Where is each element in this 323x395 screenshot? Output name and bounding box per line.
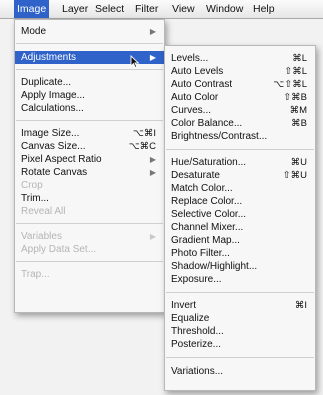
menu-item-invert[interactable]: Invert ⌘I (165, 299, 315, 312)
menubar-filter[interactable]: Filter (132, 0, 161, 18)
menu-item-variations[interactable]: Variations... (165, 365, 315, 378)
divider (166, 149, 314, 150)
divider (166, 292, 314, 293)
mouse-pointer-icon (130, 55, 140, 69)
divider (16, 43, 163, 44)
menu-item-apply-image[interactable]: Apply Image... (15, 89, 164, 102)
menu-item-trim[interactable]: Trim... (15, 192, 164, 205)
menubar-layer[interactable]: Layer (59, 0, 91, 18)
menu-item-auto-contrast[interactable]: Auto Contrast ⌥⇧⌘L (165, 78, 315, 91)
menubar-image[interactable]: Image (14, 0, 50, 18)
menu-item-selective-color[interactable]: Selective Color... (165, 208, 315, 221)
menu-item-match-color[interactable]: Match Color... (165, 182, 315, 195)
menu-item-hue-saturation[interactable]: Hue/Saturation... ⌘U (165, 156, 315, 169)
image-menu: Mode ▶ Adjustments ▶ Duplicate... Apply Im… (14, 19, 165, 313)
menu-item-exposure[interactable]: Exposure... (165, 273, 315, 286)
menu-item-shadow-highlight[interactable]: Shadow/Highlight... (165, 260, 315, 273)
menu-item-pixel-aspect-ratio[interactable]: Pixel Aspect Ratio ▶ (15, 153, 164, 166)
menu-item-brightness-contrast[interactable]: Brightness/Contrast... (165, 130, 315, 143)
shortcut-label: ⇧⌘U (282, 170, 307, 181)
menubar-help[interactable]: Help (250, 0, 278, 18)
shortcut-label: ⌥⌘I (132, 128, 156, 139)
menu-item-desaturate[interactable]: Desaturate ⇧⌘U (165, 169, 315, 182)
shortcut-label: ⌘M (289, 105, 307, 116)
shortcut-label: ⌥⌘C (128, 141, 156, 152)
menu-item-photo-filter[interactable]: Photo Filter... (165, 247, 315, 260)
submenu-arrow-icon: ▶ (149, 53, 156, 62)
menu-item-calculations[interactable]: Calculations... (15, 102, 164, 115)
menu-item-threshold[interactable]: Threshold... (165, 325, 315, 338)
adjustments-submenu: Levels... ⌘L Auto Levels ⇧⌘L Auto Contrast… (164, 45, 316, 391)
divider (16, 223, 163, 224)
shortcut-label: ⌘L (292, 53, 307, 64)
menu-item-rotate-canvas[interactable]: Rotate Canvas ▶ (15, 166, 164, 179)
menu-item-replace-color[interactable]: Replace Color... (165, 195, 315, 208)
divider (16, 69, 163, 70)
submenu-arrow-icon: ▶ (149, 168, 156, 177)
menu-item-levels[interactable]: Levels... ⌘L (165, 52, 315, 65)
menu-item-color-balance[interactable]: Color Balance... ⌘B (165, 117, 315, 130)
submenu-arrow-icon: ▶ (149, 27, 156, 36)
menu-item-image-size[interactable]: Image Size... ⌥⌘I (15, 127, 164, 140)
menu-item-canvas-size[interactable]: Canvas Size... ⌥⌘C (15, 140, 164, 153)
shortcut-label: ⌘B (291, 118, 307, 129)
shortcut-label: ⌥⇧⌘L (273, 79, 307, 90)
menu-item-equalize[interactable]: Equalize (165, 312, 315, 325)
menu-item-duplicate[interactable]: Duplicate... (15, 76, 164, 89)
menu-item-auto-levels[interactable]: Auto Levels ⇧⌘L (165, 65, 315, 78)
divider (16, 120, 163, 121)
menu-item-crop: Crop (21, 180, 43, 191)
menu-item-channel-mixer[interactable]: Channel Mixer... (165, 221, 315, 234)
divider (16, 261, 163, 262)
shortcut-label: ⇧⌘L (284, 66, 307, 77)
menu-item-posterize[interactable]: Posterize... (165, 338, 315, 351)
menu-item-curves[interactable]: Curves... ⌘M (165, 104, 315, 117)
menu-item-apply-data-set: Apply Data Set... (21, 244, 97, 255)
submenu-arrow-icon: ▶ (149, 232, 156, 241)
submenu-arrow-icon: ▶ (149, 155, 156, 164)
shortcut-label: ⇧⌘B (283, 92, 307, 103)
menubar-select[interactable]: Select (92, 0, 127, 18)
divider (166, 357, 314, 358)
menubar-view[interactable]: View (169, 0, 198, 18)
menu-bar: Image Layer Select Filter View Window He… (0, 0, 323, 19)
menu-item-trap: Trap... (21, 269, 50, 280)
shortcut-label: ⌘I (294, 300, 307, 311)
menu-item-adjustments[interactable]: Adjustments ▶ (15, 51, 164, 64)
shortcut-label: ⌘U (290, 157, 307, 168)
menu-item-auto-color[interactable]: Auto Color ⇧⌘B (165, 91, 315, 104)
menu-item-gradient-map[interactable]: Gradient Map... (165, 234, 315, 247)
menubar-window[interactable]: Window (203, 0, 246, 18)
menu-item-variables: Variables ▶ (21, 231, 156, 242)
menu-item-reveal-all: Reveal All (21, 206, 66, 217)
menu-item-mode[interactable]: Mode ▶ (15, 25, 164, 38)
